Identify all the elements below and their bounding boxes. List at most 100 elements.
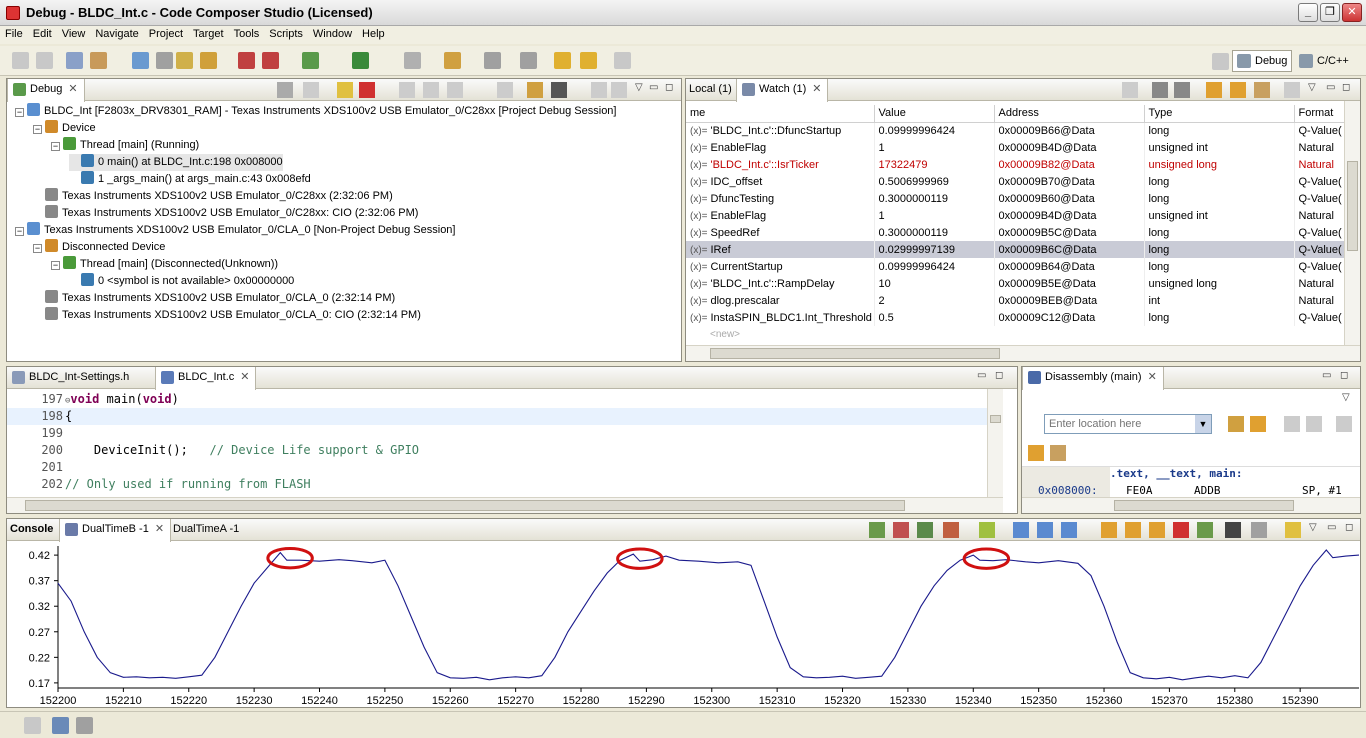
debug-tree-row[interactable]: − BLDC_Int [F2803x_DRV8301_RAM] - Texas I…: [15, 103, 616, 120]
step-icon[interactable]: [1284, 416, 1300, 432]
location-combo[interactable]: ▼: [1044, 414, 1212, 434]
build-all-icon[interactable]: [90, 52, 107, 69]
step-over-icon[interactable]: [423, 82, 439, 98]
pin-icon[interactable]: [1050, 445, 1066, 461]
debug-tree-row[interactable]: 1 _args_main() at args_main.c:43 0x008ef…: [69, 171, 311, 188]
view-menu-icon[interactable]: ▽: [635, 83, 647, 95]
expand-toggle-icon[interactable]: −: [15, 108, 24, 117]
close-button[interactable]: ✕: [1342, 3, 1362, 22]
tab-settings-file[interactable]: BLDC_Int-Settings.h: [7, 367, 135, 389]
menu-scripts[interactable]: Scripts: [264, 26, 308, 40]
graph-toolbar-icon-4[interactable]: [943, 522, 959, 538]
debug-run-icon[interactable]: [302, 52, 319, 69]
watch-cell-value[interactable]: 10: [874, 275, 995, 292]
tab-debug[interactable]: Debug ✕: [7, 79, 85, 102]
link-icon[interactable]: [1028, 445, 1044, 461]
progress-view-icon[interactable]: [52, 717, 69, 734]
minimize-button[interactable]: _: [1298, 3, 1318, 22]
watch-cell-value[interactable]: 0.5006999969: [874, 173, 995, 190]
collapse-icon[interactable]: [1122, 82, 1138, 98]
table-icon[interactable]: [1336, 416, 1352, 432]
graph-toolbar-icon-3[interactable]: [917, 522, 933, 538]
minimize-view-icon[interactable]: ▭: [1326, 83, 1338, 95]
debug-tree-row[interactable]: − Thread [main] (Disconnected(Unknown)): [51, 256, 278, 273]
watch-row[interactable]: (x)= IRef 0.02999997139 0x00009B6C@Data long…: [686, 241, 1345, 258]
maximize-view-icon[interactable]: ◻: [995, 371, 1007, 383]
zoom-in-icon[interactable]: [1013, 522, 1029, 538]
disassembly-horizontal-scrollbar[interactable]: [1022, 497, 1360, 513]
reload-icon[interactable]: [200, 52, 217, 69]
watch-row[interactable]: (x)= 'BLDC_Int.c'::RampDelay 10 0x00009B5E@…: [686, 275, 1345, 292]
debug-tree-row[interactable]: Texas Instruments XDS100v2 USB Emulator_…: [33, 188, 393, 205]
minimize-view-icon[interactable]: ▭: [649, 83, 661, 95]
code-line[interactable]: 197 ⊖void main(void): [7, 391, 987, 408]
connect-icon[interactable]: [156, 52, 173, 69]
watch-row[interactable]: (x)= CurrentStartup 0.09999996424 0x00009B6…: [686, 258, 1345, 275]
last-edit-icon[interactable]: [554, 52, 571, 69]
watch-cell-value[interactable]: 0.02999997139: [874, 241, 995, 258]
terminate-icon[interactable]: [359, 82, 375, 98]
watch-row[interactable]: (x)= EnableFlag 1 0x00009B4D@Data unsigned i…: [686, 139, 1345, 156]
tab-watch[interactable]: Watch (1) ✕: [736, 79, 829, 102]
watch-cell-value[interactable]: 0.5: [874, 309, 995, 326]
menu-navigate[interactable]: Navigate: [90, 26, 143, 40]
tab-local[interactable]: Local (1): [686, 79, 738, 101]
debug-tree-row[interactable]: − Thread [main] (Running): [51, 137, 199, 154]
prev-annotation-icon[interactable]: [520, 52, 537, 69]
debug-perspective-button[interactable]: Debug: [1232, 50, 1292, 72]
time-graph[interactable]: 0.42 0.37 0.32 0.27 0.22 0.17 152200 152210 1522…: [7, 542, 1360, 708]
new-icon[interactable]: [12, 52, 29, 69]
watch-horizontal-scrollbar[interactable]: [686, 345, 1360, 361]
watch-row[interactable]: (x)= DfuncTesting 0.3000000119 0x00009B60@D…: [686, 190, 1345, 207]
remove-expression-icon[interactable]: [1152, 82, 1168, 98]
watch-cell-value[interactable]: 17322479: [874, 156, 995, 173]
expand-toggle-icon[interactable]: −: [33, 244, 42, 253]
column-type[interactable]: Type: [1144, 105, 1295, 123]
menu-project[interactable]: Project: [144, 26, 188, 40]
code-line[interactable]: 201: [7, 459, 987, 476]
cpp-perspective-button[interactable]: C/C++: [1294, 50, 1358, 72]
go-to-location-icon[interactable]: [1228, 416, 1244, 432]
run-icon[interactable]: [352, 52, 369, 69]
new-expression-row[interactable]: <new>: [710, 329, 740, 340]
close-tab-icon[interactable]: ✕: [240, 371, 249, 383]
scroll-thumb[interactable]: [710, 348, 1000, 359]
scroll-thumb[interactable]: [1114, 500, 1294, 511]
assembly-step-icon[interactable]: [497, 82, 513, 98]
debug-tree-row[interactable]: − Texas Instruments XDS100v2 USB Emulator…: [15, 222, 455, 239]
reset-graph-icon[interactable]: [1197, 522, 1213, 538]
pause-icon[interactable]: [1285, 522, 1301, 538]
load-program-icon[interactable]: [176, 52, 193, 69]
view-menu-icon[interactable]: ▽: [1308, 83, 1320, 95]
fast-view-icon[interactable]: [24, 717, 41, 734]
maximize-view-icon[interactable]: ◻: [1345, 523, 1357, 535]
add-trace-icon[interactable]: [979, 522, 995, 538]
maximize-view-icon[interactable]: ◻: [1342, 83, 1354, 95]
maximize-view-icon[interactable]: ◻: [665, 83, 677, 95]
minimize-view-icon[interactable]: ▭: [1322, 371, 1334, 383]
menu-tools[interactable]: Tools: [229, 26, 265, 40]
debug-tree-row[interactable]: Texas Instruments XDS100v2 USB Emulator_…: [33, 307, 421, 324]
suspend-icon[interactable]: [337, 82, 353, 98]
refresh-icon[interactable]: [1250, 416, 1266, 432]
minimize-view-icon[interactable]: ▭: [1327, 523, 1339, 535]
watch-cell-value[interactable]: 0.09999996424: [874, 258, 995, 275]
scroll-thumb[interactable]: [25, 500, 905, 511]
watch-row[interactable]: (x)= SpeedRef 0.3000000119 0x00009B5C@Data l…: [686, 224, 1345, 241]
collapse-all-icon[interactable]: [611, 82, 627, 98]
minimize-view-icon[interactable]: ▭: [977, 371, 989, 383]
expand-toggle-icon[interactable]: −: [51, 142, 60, 151]
open-perspective-icon[interactable]: [1212, 53, 1229, 70]
restart-icon[interactable]: [591, 82, 607, 98]
editor-horizontal-scrollbar[interactable]: [7, 497, 1003, 513]
watch-vertical-scrollbar[interactable]: [1344, 101, 1360, 345]
graph-toolbar-icon-2[interactable]: [893, 522, 909, 538]
debug-tree-row[interactable]: 0 main() at BLDC_Int.c:198 0x008000: [69, 154, 283, 171]
forward-icon[interactable]: [614, 52, 631, 69]
tab-dualtimeb[interactable]: DualTimeB -1 ✕: [59, 519, 172, 542]
chevron-down-icon[interactable]: ▼: [1195, 415, 1211, 433]
menu-view[interactable]: View: [57, 26, 91, 40]
zoom-out-icon[interactable]: [1037, 522, 1053, 538]
editor-vertical-scrollbar[interactable]: [987, 389, 1003, 497]
watch-row[interactable]: (x)= 'BLDC_Int.c'::DfuncStartup 0.09999996…: [686, 122, 1345, 139]
